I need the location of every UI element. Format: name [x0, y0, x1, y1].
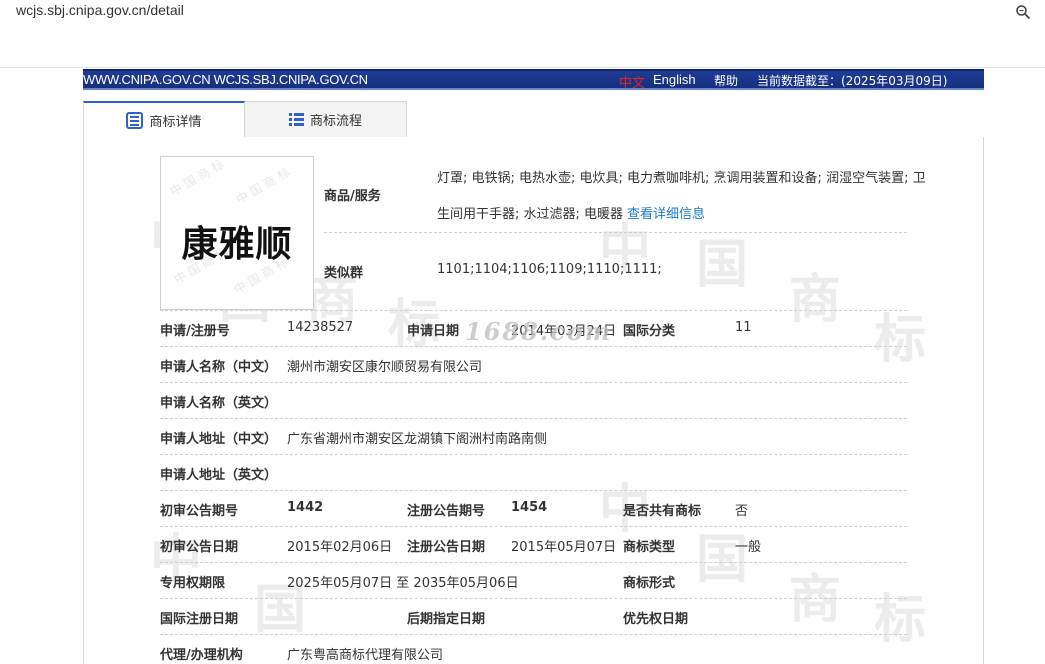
exclusive-label: 专用权期限: [160, 576, 226, 591]
goods-label: 商品/服务: [324, 189, 381, 204]
divider: [160, 562, 907, 563]
app-date-label: 申请日期: [407, 324, 460, 339]
divider: [160, 454, 907, 455]
trademark-text: 康雅顺: [181, 223, 293, 265]
help-link[interactable]: 帮助: [714, 72, 738, 89]
divider: [160, 418, 907, 419]
goods-line-1: 灯罩; 电铁锅; 电热水壶; 电炊具; 电力煮咖啡机; 烹调用装置和设备; 润湿…: [437, 171, 926, 186]
watermark: 国: [696, 234, 749, 295]
prelim-date-value: 2015年02月06日: [287, 540, 393, 555]
reg-pub-no-label: 注册公告期号: [407, 504, 486, 519]
tab-bar: 商标详情 商标流程: [83, 101, 984, 138]
tab-label: 商标详情: [149, 114, 202, 130]
divider: [160, 598, 907, 599]
watermark: 标: [874, 589, 927, 650]
prelim-no-value: 1442: [287, 500, 324, 515]
browser-toolbar: [0, 26, 1045, 68]
later-date-label: 后期指定日期: [407, 612, 486, 627]
agent-value: 广东粤高商标代理有限公司: [287, 648, 444, 663]
applicant-cn-value: 潮州市潮安区康尔顺贸易有限公司: [287, 360, 483, 375]
lang-chinese-link[interactable]: 中文: [619, 72, 645, 91]
watermark: 商: [789, 569, 842, 630]
zoom-icon[interactable]: [1015, 4, 1031, 20]
divider: [324, 232, 907, 233]
address-bar[interactable]: wcjs.sbj.cnipa.gov.cn/detail: [0, 0, 1045, 26]
divider: [160, 310, 907, 311]
reg-pub-no-value: 1454: [511, 500, 548, 515]
intl-class-label: 国际分类: [623, 324, 676, 339]
address-cn-value: 广东省潮州市潮安区龙湖镇下阁洲村南路南侧: [287, 432, 548, 447]
reg-no-label: 申请/注册号: [160, 324, 230, 339]
applicant-cn-label: 申请人名称（中文）: [160, 360, 278, 375]
mark-type-value: 一般: [735, 540, 762, 555]
reg-pub-date-label: 注册公告日期: [407, 540, 486, 555]
agent-label: 代理/办理机构: [160, 648, 243, 663]
data-as-of: 当前数据截至：(2025年03月09日): [757, 74, 948, 88]
trademark-image: 中 国 商 标 中 国 商 标 中 国 商 标 中 国 商 标 康雅顺: [160, 156, 314, 310]
address-en-label: 申请人地址（英文）: [160, 468, 278, 483]
document-icon: [126, 111, 144, 129]
similar-group-label: 类似群: [324, 266, 364, 281]
url-text[interactable]: wcjs.sbj.cnipa.gov.cn/detail: [16, 2, 184, 18]
list-icon: [288, 113, 304, 126]
prelim-no-label: 初审公告期号: [160, 504, 239, 519]
tab-trademark-detail[interactable]: 商标详情: [83, 101, 245, 138]
site-domains: WWW.CNIPA.GOV.CN WCJS.SBJ.CNIPA.GOV.CN: [83, 72, 368, 87]
mark-type-label: 商标类型: [623, 540, 676, 555]
goods-detail-link[interactable]: 查看详细信息: [627, 203, 705, 222]
intl-class-value: 11: [735, 320, 752, 335]
goods-line-2: 生间用干手器; 水过滤器; 电暖器: [437, 207, 624, 222]
site-header: WWW.CNIPA.GOV.CN WCJS.SBJ.CNIPA.GOV.CN 中…: [83, 69, 984, 91]
exclusive-value: 2025年05月07日 至 2035年05月06日: [287, 576, 519, 591]
divider: [160, 490, 907, 491]
mark-form-label: 商标形式: [623, 576, 676, 591]
applicant-en-label: 申请人名称（英文）: [160, 396, 278, 411]
shared-label: 是否共有商标: [623, 504, 702, 519]
prelim-date-label: 初审公告日期: [160, 540, 239, 555]
address-cn-label: 申请人地址（中文）: [160, 432, 278, 447]
divider: [160, 346, 907, 347]
lang-english-link[interactable]: English: [653, 72, 696, 87]
priority-label: 优先权日期: [623, 612, 689, 627]
reg-no-value: 14238527: [287, 320, 354, 335]
site-watermark: 1688.com: [465, 317, 613, 346]
reg-pub-date-value: 2015年05月07日: [511, 540, 617, 555]
divider: [160, 526, 907, 527]
shared-value: 否: [735, 504, 749, 519]
intl-reg-date-label: 国际注册日期: [160, 612, 239, 627]
divider: [160, 634, 907, 635]
divider: [160, 382, 907, 383]
tab-trademark-process[interactable]: 商标流程: [245, 101, 407, 138]
similar-group-value: 1101;1104;1106;1109;1110;1111;: [437, 262, 662, 277]
watermark: 标: [874, 309, 927, 370]
watermark: 商: [789, 269, 842, 330]
tab-label: 商标流程: [309, 114, 362, 129]
